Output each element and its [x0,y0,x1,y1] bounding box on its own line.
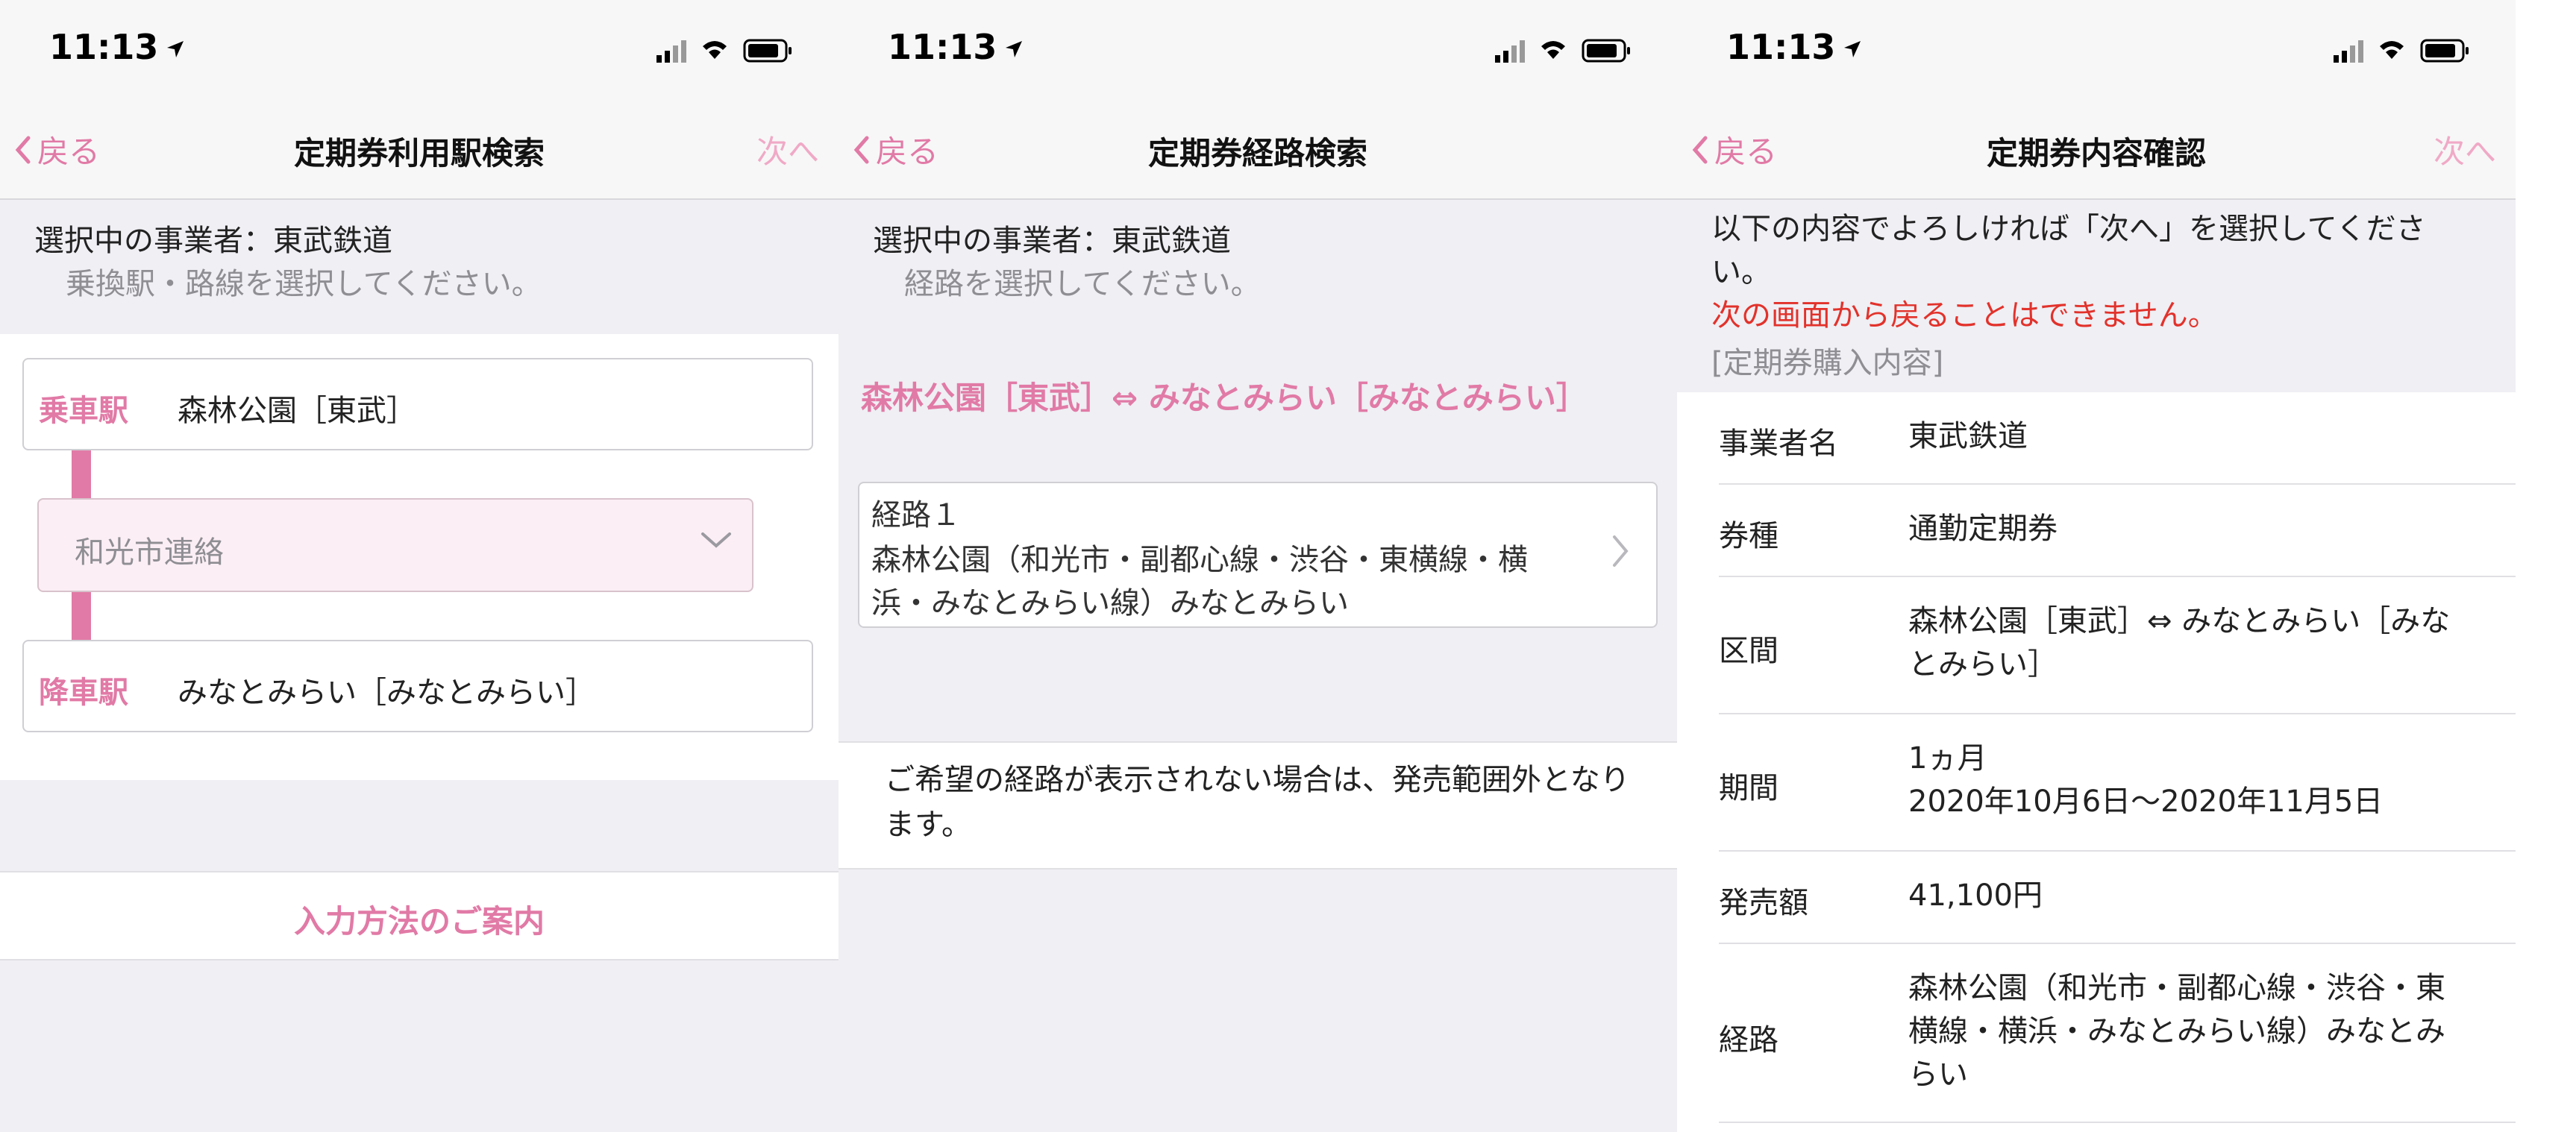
route-search-screen: 11:13 戻る 定期券経路検索 選択中の事業者：東武鉄道 経路を選択してくださ… [839,0,1677,1132]
location-arrow-icon [1843,27,1862,67]
status-bar: 11:13 [839,0,1677,104]
boarding-station-field[interactable]: 乗車駅 森林公園［東武］ [22,358,813,450]
signal-wifi-battery-icon [1495,39,1630,63]
detail-value-duration: 1ヵ月 [1908,741,1987,776]
route-description-line1: 森林公園（和光市・副都心線・渋谷・東横線・横 [871,543,1528,577]
detail-row-ticket-type: 券種 通勤定期券 [1677,485,2516,577]
status-time: 11:13 [49,27,185,67]
alighting-station-label: 降車駅 [39,676,128,710]
detail-label: 事業者名 [1719,427,1838,461]
intro-line2: い。 [1711,255,1771,289]
operator-line: 選択中の事業者：東武鉄道 [873,224,1231,258]
route-connector-top [72,450,91,498]
detail-label: 発売額 [1719,886,1808,920]
station-search-screen: 11:13 戻る 定期券利用駅検索 次へ 選択中の事業者：東武鉄道 乗換駅・路線… [0,0,839,1132]
row-divider [1719,1122,2516,1123]
location-arrow-icon [166,27,185,67]
signal-wifi-battery-icon [656,39,792,63]
detail-value: 通勤定期券 [1908,512,2058,546]
page-title: 定期券経路検索 [1147,135,1367,172]
route-title: 経路１ [871,498,961,532]
detail-label: 区間 [1719,634,1779,668]
location-arrow-icon [1004,27,1024,67]
page-title: 定期券内容確認 [1986,135,2206,172]
status-bar: 11:13 [1677,0,2516,104]
detail-label: 経路 [1719,1023,1779,1057]
detail-label: 券種 [1719,519,1779,553]
operator-line: 選択中の事業者：東武鉄道 [34,224,392,258]
nav-bar: 戻る 定期券経路検索 [839,104,1677,200]
instruction-text: 乗換駅・路線を選択してください。 [66,267,542,301]
detail-value: 森林公園［東武］⇔ みなとみらい［みなとみらい］ [1908,604,2451,682]
transfer-select[interactable]: 和光市連絡 [37,498,753,592]
detail-value: 東武鉄道 [1908,419,2028,453]
status-time: 11:13 [1726,27,1862,67]
route-connector-bottom [72,592,91,640]
detail-row-period: 期間 1ヵ月 2020年10月6日〜2020年11月5日 [1677,714,2516,852]
detail-value: 森林公園（和光市・副都心線・渋谷・東横線・横浜・みなとみらい線）みなとみらい [1908,971,2445,1092]
signal-wifi-battery-icon [2334,39,2469,63]
guide-section: 入力方法のご案内 [0,871,839,960]
intro-line1: 以下の内容でよろしければ「次へ」を選択してくださ [1711,212,2426,246]
next-button[interactable]: 次へ [2434,127,2496,172]
page-title: 定期券利用駅検索 [293,135,545,172]
detail-row-section: 区間 森林公園［東武］⇔ みなとみらい［みなとみらい］ [1677,577,2516,714]
boarding-station-label: 乗車駅 [39,394,128,428]
note-section: ご希望の経路が表示されない場合は、発売範囲外となります。 [839,741,1677,870]
boarding-station-value: 森林公園［東武］ [178,394,416,428]
status-icons [2334,36,2483,66]
detail-label: 期間 [1719,771,1779,805]
status-icons [656,36,806,66]
detail-row-operator: 事業者名 東武鉄道 [1677,392,2516,485]
details-table: 事業者名 東武鉄道 券種 通勤定期券 区間 森林公園［東武］⇔ みなとみらい［み… [1677,392,2516,1132]
detail-row-route: 経路 森林公園（和光市・副都心線・渋谷・東横線・横浜・みなとみらい線）みなとみら… [1677,944,2516,1123]
chevron-right-icon [1611,534,1629,571]
warning-text: 次の画面から戻ることはできません。 [1711,298,2218,333]
input-guide-link[interactable]: 入力方法のご案内 [0,896,839,942]
status-bar: 11:13 [0,0,839,104]
instruction-text: 経路を選択してください。 [904,267,1261,301]
alighting-station-field[interactable]: 降車駅 みなとみらい［みなとみらい］ [22,640,813,732]
next-button[interactable]: 次へ [756,127,819,172]
detail-row-price: 発売額 41,100円 [1677,852,2516,944]
alighting-station-value: みなとみらい［みなとみらい］ [178,676,595,710]
transfer-select-value: 和光市連絡 [75,535,224,570]
detail-value-dates: 2020年10月6日〜2020年11月5日 [1908,784,2384,819]
chevron-down-icon [700,529,733,553]
status-time: 11:13 [888,27,1024,67]
nav-bar: 戻る 定期券内容確認 次へ [1677,104,2516,200]
nav-bar: 戻る 定期券利用駅検索 次へ [0,104,839,200]
route-note: ご希望の経路が表示されない場合は、発売範囲外となります。 [885,763,1630,842]
section-label: [定期券購入内容] [1711,346,1944,380]
status-icons [1495,36,1644,66]
route-header: 森林公園［東武］⇔ みなとみらい［みなとみらい］ [861,380,1588,416]
route-option-1[interactable]: 経路１ 森林公園（和光市・副都心線・渋谷・東横線・横 浜・みなとみらい線）みなと… [858,482,1658,628]
confirmation-screen: 11:13 戻る 定期券内容確認 次へ 以下の内容でよろしければ「次へ」を選択し… [1677,0,2516,1132]
detail-value: 41,100円 [1908,878,2043,913]
route-description-line2: 浜・みなとみらい線）みなとみらい [871,586,1349,620]
